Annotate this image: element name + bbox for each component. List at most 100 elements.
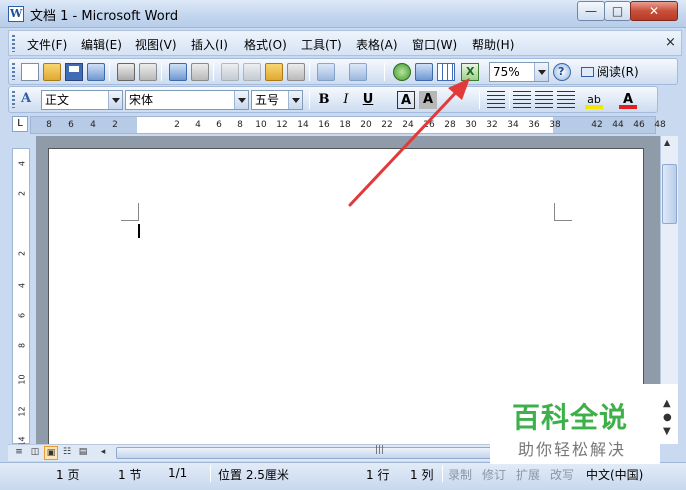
ruler-tick-label: 8 [46,120,52,130]
menu-edit[interactable]: 编辑(E) [81,36,122,53]
next-page-icon[interactable]: ▼ [663,426,671,437]
minimize-icon: — [585,4,597,18]
undo-icon[interactable] [317,63,335,81]
print-layout-view-icon[interactable]: ▣ [44,446,58,460]
italic-button[interactable]: I [337,91,355,109]
vertical-ruler-tick-label: 2 [17,250,27,257]
underline-button[interactable]: U [359,91,377,109]
menu-view[interactable]: 视图(V) [135,36,177,53]
menu-window[interactable]: 窗口(W) [412,36,457,53]
menu-help[interactable]: 帮助(H) [472,36,514,53]
ruler-tick-label: 4 [90,120,96,130]
character-border-button[interactable]: A [397,91,415,109]
toolbar-separator [509,91,510,109]
status-extend[interactable]: 扩展 [516,466,540,483]
ruler-tick-label: 38 [549,120,561,130]
text-cursor [138,224,140,238]
normal-view-icon[interactable]: ≡ [12,446,26,460]
reading-view-icon[interactable]: ▤ [76,446,90,460]
styles-formatting-icon[interactable]: A [21,91,39,109]
paste-icon[interactable] [265,63,283,81]
numbering-icon[interactable] [513,91,531,109]
hyperlink-icon[interactable] [393,63,411,81]
ruler-tick-label: 14 [297,120,309,130]
spelling-check-icon[interactable] [169,63,187,81]
save-icon[interactable] [65,63,83,81]
outline-view-icon[interactable]: ☷ [60,446,74,460]
print-preview-icon[interactable] [139,63,157,81]
status-separator [442,465,443,482]
cut-icon[interactable] [221,63,239,81]
toolbar-separator [309,63,310,81]
menu-file[interactable]: 文件(F) [27,36,67,53]
menu-tools[interactable]: 工具(T) [301,36,342,53]
bold-button[interactable]: B [315,91,333,109]
word-window: W 文档 1 - Microsoft Word — □ ✕ 文件(F) 编辑(E… [0,0,686,490]
ruler-tick-label: 46 [633,120,645,130]
minimize-button[interactable]: — [577,1,605,21]
insert-excel-sheet-icon[interactable] [461,63,479,81]
menubar-grip[interactable] [12,35,15,52]
menu-bar: 文件(F) 编辑(E) 视图(V) 插入(I) 格式(O) 工具(T) 表格(A… [8,30,682,56]
status-overtype[interactable]: 改写 [550,466,574,483]
ruler-tick-label: 26 [423,120,435,130]
research-icon[interactable] [191,63,209,81]
browse-object-icon[interactable]: ● [663,412,672,423]
ruler-tick-label: 12 [276,120,288,130]
menu-insert[interactable]: 插入(I) [191,36,228,53]
tab-selector[interactable]: L [12,116,28,132]
open-folder-icon[interactable] [43,63,61,81]
standard-toolbar-grip[interactable] [12,63,15,80]
font-size-select[interactable]: 五号 [251,90,303,110]
bullets-icon[interactable] [535,91,553,109]
horizontal-ruler[interactable]: 8 6 4 2 2 4 6 8 10 12 14 16 18 20 22 24 26 28 30 32 34 36 38 42… [30,116,666,134]
ruler-tick-label: 22 [381,120,393,130]
chevron-down-icon[interactable] [288,91,302,109]
style-select[interactable]: 正文 [41,90,123,110]
copy-icon[interactable] [243,63,261,81]
previous-page-icon[interactable]: ▲ [663,398,671,409]
chevron-down-icon[interactable] [234,91,248,109]
vertical-scroll-thumb[interactable] [662,164,677,224]
ruler-tick-label: 4 [195,120,201,130]
font-color-button[interactable]: A [619,91,637,109]
ruler-tick-label: 10 [255,120,267,130]
zoom-value: 75% [493,65,520,79]
center-align-icon[interactable] [487,91,505,109]
reading-mode-button[interactable]: 阅读(R) [581,63,639,80]
toolbar-separator [109,63,110,81]
close-document-button[interactable]: × [665,35,676,50]
status-record[interactable]: 录制 [448,466,472,483]
format-painter-icon[interactable] [287,63,305,81]
font-select[interactable]: 宋体 [125,90,249,110]
menu-format[interactable]: 格式(O) [244,36,287,53]
word-app-icon[interactable]: W [8,6,24,22]
scroll-up-icon[interactable]: ▲ [664,138,670,147]
scroll-left-icon[interactable]: ◂ [96,446,110,460]
vertical-ruler-tick-label: 12 [17,406,27,417]
maximize-button[interactable]: □ [604,1,631,21]
zoom-select[interactable]: 75% [489,62,549,82]
print-icon[interactable] [117,63,135,81]
font-size-value: 五号 [255,93,280,107]
insert-table-icon[interactable] [437,63,455,81]
formatting-toolbar-grip[interactable] [12,91,15,108]
chevron-down-icon[interactable] [534,63,548,81]
new-document-icon[interactable] [21,63,39,81]
vertical-ruler[interactable]: 4 2 2 4 6 8 10 12 14 [12,148,30,447]
formatting-toolbar: A 正文 宋体 五号 B I U A A ab A [8,86,658,113]
title-bar[interactable]: W 文档 1 - Microsoft Word — □ ✕ [0,0,686,28]
web-view-icon[interactable]: ◫ [28,446,42,460]
indent-icon[interactable] [557,91,575,109]
chevron-down-icon[interactable] [108,91,122,109]
tables-borders-icon[interactable] [415,63,433,81]
highlight-button[interactable]: ab [585,91,603,109]
close-window-button[interactable]: ✕ [630,1,678,21]
help-icon[interactable] [553,63,571,81]
menu-table[interactable]: 表格(A) [356,36,398,53]
redo-icon[interactable] [349,63,367,81]
status-track-changes[interactable]: 修订 [482,466,506,483]
permission-icon[interactable] [87,63,105,81]
character-shading-button[interactable]: A [419,91,437,109]
font-value: 宋体 [129,93,154,107]
